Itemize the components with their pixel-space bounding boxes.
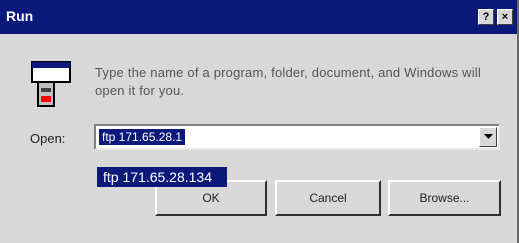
run-dialog: Run ? × Type the name of a program, fold… <box>0 0 519 243</box>
window-title: Run <box>6 8 34 24</box>
dropdown-button[interactable] <box>479 127 497 147</box>
open-field-value[interactable]: ftp 171.65.28.1 <box>99 129 186 145</box>
help-button[interactable]: ? <box>478 9 494 25</box>
open-combobox[interactable]: ftp 171.65.28.1 <box>94 124 500 150</box>
open-label: Open: <box>30 131 66 146</box>
prompt-text: Type the name of a program, folder, docu… <box>95 65 481 98</box>
chevron-down-icon <box>484 134 493 139</box>
autocomplete-tooltip[interactable]: ftp 171.65.28.134 <box>97 167 227 187</box>
browse-button[interactable]: Browse... <box>388 180 501 216</box>
close-button[interactable]: × <box>497 9 513 25</box>
run-program-icon <box>31 61 71 107</box>
cancel-button[interactable]: Cancel <box>275 180 381 216</box>
title-bar[interactable]: Run ? × <box>0 0 517 34</box>
